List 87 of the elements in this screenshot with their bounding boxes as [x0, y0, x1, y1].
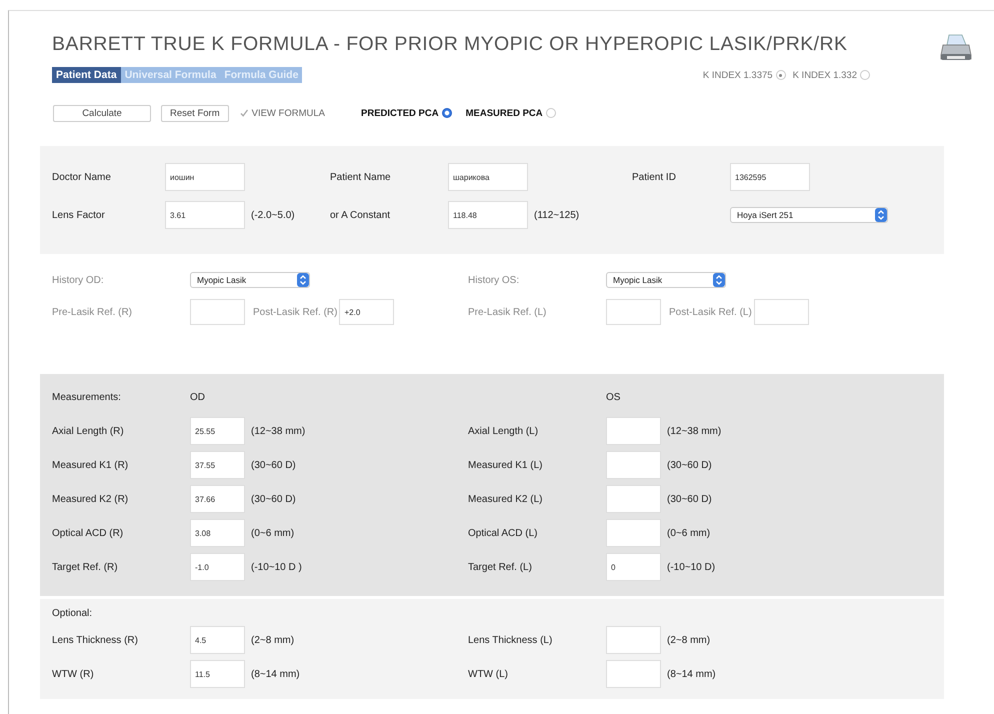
input-field[interactable] — [606, 626, 661, 654]
range-hint: (30~60 D) — [667, 460, 712, 470]
option-label: PREDICTED PCA — [361, 108, 439, 118]
field-label: History OS: — [468, 274, 520, 286]
field-label: Axial Length (R) — [52, 426, 125, 436]
range-hint: (-10~10 D) — [667, 562, 716, 572]
field-label: Patient Name — [330, 172, 392, 182]
field-label: WTW (R) — [52, 668, 95, 680]
input-field[interactable]: -1.0 — [190, 553, 245, 581]
form-button[interactable]: Reset Form — [161, 104, 229, 122]
range-hint: (-10~10 D ) — [251, 562, 302, 572]
input-field[interactable]: 0 — [606, 553, 661, 581]
input-field[interactable] — [606, 519, 661, 547]
range-hint: (30~60 D) — [667, 494, 712, 504]
field-label: Optical ACD (R) — [52, 528, 124, 538]
range-hint: (8~14 mm) — [667, 668, 716, 680]
section-heading: Optional: — [52, 607, 94, 621]
input-field[interactable]: 25.55 — [190, 417, 245, 445]
input-field[interactable] — [606, 485, 661, 513]
stepper-icon — [875, 208, 887, 222]
option-label: K INDEX 1.3375 — [702, 70, 773, 80]
field-label: Post-Lasik Ref. (L) — [669, 306, 752, 318]
input-field[interactable]: +2.0 — [339, 299, 394, 325]
input-field[interactable] — [606, 417, 661, 445]
field-label: Optical ACD (L) — [468, 528, 538, 538]
input-field[interactable] — [606, 660, 661, 688]
input-field[interactable]: 118.48 — [448, 201, 528, 229]
input-field[interactable] — [606, 299, 661, 325]
input-field[interactable]: 4.5 — [190, 626, 245, 654]
dropdown[interactable]: Myopic Lasik — [190, 272, 310, 288]
checkbox[interactable] — [238, 108, 249, 118]
range-hint: (-2.0~5.0) — [251, 210, 295, 220]
field-label: Target Ref. (R) — [52, 562, 119, 572]
input-field[interactable]: шарикова — [448, 163, 528, 191]
option-label: K INDEX 1.332 — [792, 70, 857, 80]
field-label: Doctor Name — [52, 172, 112, 182]
range-hint: (30~60 D) — [251, 494, 296, 504]
field-label: Measured K2 (L) — [468, 494, 544, 504]
input-field[interactable]: иошин — [165, 163, 245, 191]
column-heading: OD — [190, 392, 206, 402]
field-label: Patient ID — [632, 172, 677, 182]
radio-button[interactable] — [442, 108, 452, 118]
form-button[interactable]: Calculate — [53, 104, 151, 122]
field-label: Measured K1 (L) — [468, 460, 544, 470]
stepper-icon — [297, 273, 309, 287]
range-hint: (12~38 mm) — [251, 426, 306, 436]
input-field[interactable]: 3.61 — [165, 201, 245, 229]
range-hint: (30~60 D) — [251, 460, 296, 470]
field-label: Measurements: — [52, 392, 122, 402]
input-field[interactable]: 1362595 — [730, 163, 810, 191]
field-label: Lens Thickness (R) — [52, 634, 139, 646]
stepper-icon — [713, 273, 725, 287]
input-field[interactable]: 11.5 — [190, 660, 245, 688]
dropdown[interactable]: Hoya iSert 251 — [730, 207, 888, 223]
field-label: Pre-Lasik Ref. (L) — [468, 306, 548, 318]
field-label: WTW (L) — [468, 668, 509, 680]
checkmark-icon — [238, 108, 249, 118]
field-label: Lens Thickness (L) — [468, 634, 554, 646]
range-hint: (0~6 mm) — [251, 528, 294, 538]
range-hint: (12~38 mm) — [667, 426, 722, 436]
input-field[interactable] — [190, 299, 245, 325]
column-heading: OS — [606, 392, 622, 402]
range-hint: (112~125) — [534, 210, 580, 220]
range-hint: (2~8 mm) — [251, 634, 294, 646]
field-label: Measured K1 (R) — [52, 460, 130, 470]
field-label: Lens Factor — [52, 210, 106, 220]
input-field[interactable]: 37.55 — [190, 451, 245, 479]
checkbox-label: VIEW FORMULA — [252, 108, 325, 118]
field-label: Axial Length (L) — [468, 426, 540, 436]
tab[interactable]: Patient Data — [52, 67, 121, 83]
field-label: Post-Lasik Ref. (R) — [253, 306, 338, 318]
range-hint: (8~14 mm) — [251, 668, 300, 680]
field-label: Measured K2 (R) — [52, 494, 130, 504]
page-title: BARRETT TRUE K FORMULA - FOR PRIOR MYOPIC OR HYPEROPIC LASIK/PRK/RK — [52, 33, 848, 57]
input-field[interactable]: 37.66 — [190, 485, 245, 513]
option-label: MEASURED PCA — [466, 108, 543, 118]
printer-icon[interactable] — [940, 33, 972, 63]
field-label: Target Ref. (L) — [468, 562, 533, 572]
field-label: History OD: — [52, 274, 105, 286]
range-hint: (0~6 mm) — [667, 528, 710, 538]
range-hint: (2~8 mm) — [667, 634, 710, 646]
dropdown[interactable]: Myopic Lasik — [606, 272, 726, 288]
input-field[interactable] — [606, 451, 661, 479]
field-label: Pre-Lasik Ref. (R) — [52, 306, 134, 318]
input-field[interactable]: 3.08 — [190, 519, 245, 547]
field-label: or A Constant — [330, 210, 392, 220]
input-field[interactable] — [754, 299, 809, 325]
